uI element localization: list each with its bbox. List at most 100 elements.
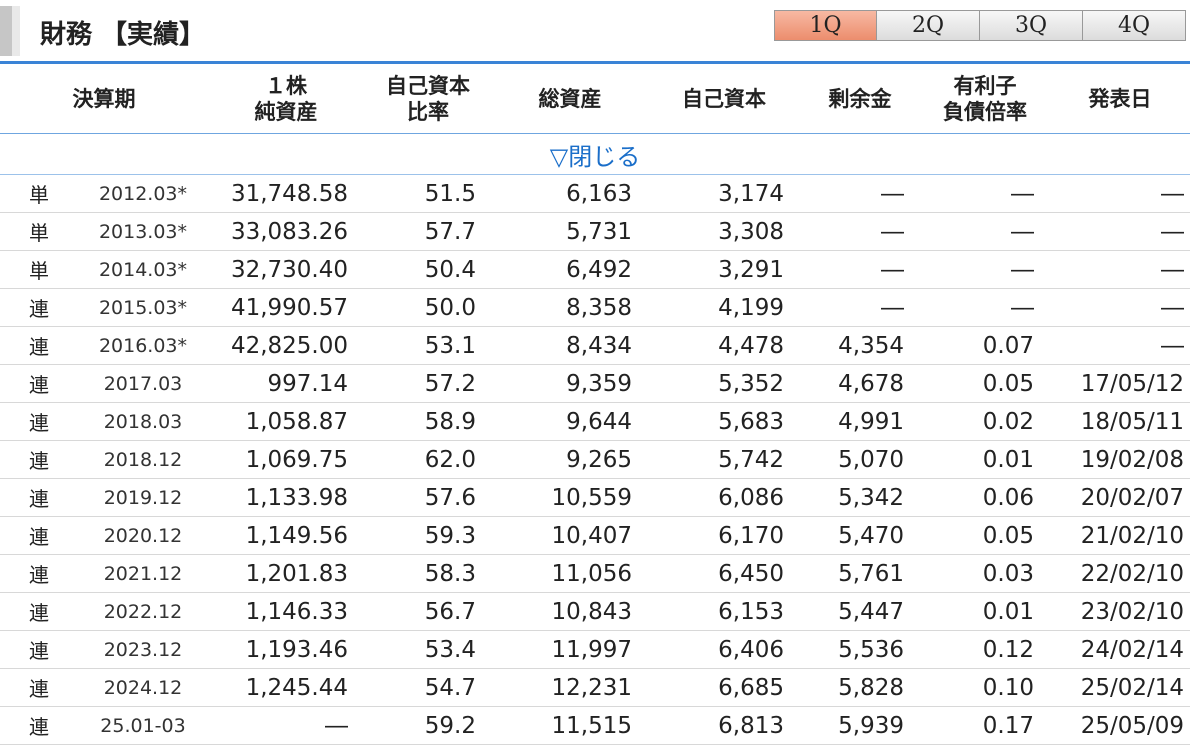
row-equity: 3,174 xyxy=(718,180,784,207)
row-period: 2019.12 xyxy=(103,486,183,509)
row-period: 25.01-03 xyxy=(100,714,186,737)
row-surplus: 5,342 xyxy=(838,484,904,511)
row-total-assets: 11,515 xyxy=(551,712,632,739)
row-de-ratio: 0.05 xyxy=(982,370,1034,397)
row-announce-date: ― xyxy=(1161,332,1184,359)
row-period: 2023.12 xyxy=(103,638,183,661)
row-announce-date: ― xyxy=(1161,294,1184,321)
row-equity: 4,478 xyxy=(718,332,784,359)
row-equity-ratio: 53.4 xyxy=(424,636,476,663)
row-period: 2018.03 xyxy=(103,410,183,433)
toggle-row: ▽閉じる xyxy=(0,133,1190,175)
col-header-bps: １株 純資産 xyxy=(208,64,364,134)
row-equity-ratio: 57.6 xyxy=(424,484,476,511)
row-bps: 1,245.44 xyxy=(245,674,348,701)
row-de-ratio: 0.07 xyxy=(982,332,1034,359)
row-equity-ratio: 56.7 xyxy=(424,598,476,625)
row-announce-date: 19/02/08 xyxy=(1080,446,1184,473)
row-total-assets: 10,407 xyxy=(551,522,632,549)
row-equity-ratio: 54.7 xyxy=(424,674,476,701)
row-de-ratio: 0.03 xyxy=(982,560,1034,587)
row-type: 連 xyxy=(29,639,49,663)
row-equity-ratio: 57.2 xyxy=(424,370,476,397)
tab-3q[interactable]: 3Q xyxy=(980,10,1083,41)
toggle-cell: ▽閉じる xyxy=(0,133,1190,175)
row-surplus: 4,354 xyxy=(838,332,904,359)
row-type: 連 xyxy=(29,525,49,549)
row-equity-ratio: 53.1 xyxy=(424,332,476,359)
row-announce-date: 21/02/10 xyxy=(1080,522,1184,549)
header-accent-bar xyxy=(0,6,12,56)
row-total-assets: 6,163 xyxy=(566,180,632,207)
tab-1q[interactable]: 1Q xyxy=(774,10,877,41)
row-bps: 42,825.00 xyxy=(230,332,348,359)
col-header-de-ratio-line2: 負債倍率 xyxy=(943,99,1027,124)
row-equity-ratio: 59.2 xyxy=(424,712,476,739)
row-equity: 5,742 xyxy=(718,446,784,473)
row-announce-date: 17/05/12 xyxy=(1080,370,1184,397)
row-type: 連 xyxy=(29,677,49,701)
col-header-announce-label: 発表日 xyxy=(1088,86,1152,111)
row-period: 2012.03* xyxy=(98,182,188,205)
row-equity: 6,153 xyxy=(718,598,784,625)
row-bps: 1,133.98 xyxy=(245,484,348,511)
row-announce-date: 22/02/10 xyxy=(1080,560,1184,587)
row-equity-ratio: 58.9 xyxy=(424,408,476,435)
row-announce-date: ― xyxy=(1161,180,1184,207)
row-bps: 1,058.87 xyxy=(245,408,348,435)
row-de-ratio: ― xyxy=(1011,256,1034,283)
table-row: 連 2020.12 1,149.56 59.3 10,407 6,170 5,470 0.05… xyxy=(0,517,1190,555)
row-surplus: ― xyxy=(881,294,904,321)
table-row: 連 2021.12 1,201.83 58.3 11,056 6,450 5,761 0.03… xyxy=(0,555,1190,593)
row-bps: 32,730.40 xyxy=(230,256,348,283)
row-bps: 1,149.56 xyxy=(245,522,348,549)
col-header-total-assets-label: 総資産 xyxy=(538,86,602,111)
col-header-equity-label: 自己資本 xyxy=(682,86,766,111)
row-bps: 41,990.57 xyxy=(230,294,348,321)
section-header: 財務 【実績】 1Q 2Q 3Q 4Q xyxy=(0,0,1200,60)
row-equity-ratio: 51.5 xyxy=(424,180,476,207)
row-equity: 5,352 xyxy=(718,370,784,397)
row-bps: 1,193.46 xyxy=(245,636,348,663)
row-equity: 6,450 xyxy=(718,560,784,587)
row-period: 2018.12 xyxy=(103,448,183,471)
row-de-ratio: ― xyxy=(1011,294,1034,321)
row-de-ratio: 0.01 xyxy=(982,446,1034,473)
table-header-row: 決算期 １株 純資産 自己資本 比率 総資産 自己資本 剰余金 有利子 負債倍率… xyxy=(0,64,1190,134)
row-total-assets: 9,359 xyxy=(566,370,632,397)
row-type: 単 xyxy=(29,183,49,207)
row-type: 連 xyxy=(29,449,49,473)
row-de-ratio: 0.02 xyxy=(982,408,1034,435)
row-period: 2017.03 xyxy=(103,372,183,395)
row-type: 連 xyxy=(29,487,49,511)
row-type: 連 xyxy=(29,297,49,321)
table-row: 連 2019.12 1,133.98 57.6 10,559 6,086 5,342 0.06… xyxy=(0,479,1190,517)
row-surplus: 4,991 xyxy=(838,408,904,435)
financial-results-panel: 財務 【実績】 1Q 2Q 3Q 4Q 決算期 １株 純資産 自己資本 比率 総… xyxy=(0,0,1200,745)
row-period: 2024.12 xyxy=(103,676,183,699)
row-type: 連 xyxy=(29,373,49,397)
col-header-surplus: 剰余金 xyxy=(800,64,920,134)
tab-2q[interactable]: 2Q xyxy=(877,10,980,41)
col-header-de-ratio-line1: 有利子 xyxy=(953,73,1017,98)
quarter-tabs: 1Q 2Q 3Q 4Q xyxy=(774,10,1186,43)
row-announce-date: 18/05/11 xyxy=(1080,408,1184,435)
table-row: 連 2015.03* 41,990.57 50.0 8,358 4,199 ― ― ― xyxy=(0,289,1190,327)
table-row: 単 2014.03* 32,730.40 50.4 6,492 3,291 ― ― ― xyxy=(0,251,1190,289)
row-surplus: 5,828 xyxy=(838,674,904,701)
row-equity: 6,086 xyxy=(718,484,784,511)
tab-4q[interactable]: 4Q xyxy=(1083,10,1186,41)
col-header-equity-ratio-line2: 比率 xyxy=(407,99,449,124)
row-equity-ratio: 62.0 xyxy=(424,446,476,473)
table-body: 単 2012.03* 31,748.58 51.5 6,163 3,174 ― ― ― 単 2013… xyxy=(0,175,1190,745)
row-surplus: 5,070 xyxy=(838,446,904,473)
col-header-period-label: 決算期 xyxy=(72,86,136,111)
row-bps: 1,146.33 xyxy=(245,598,348,625)
col-header-period: 決算期 xyxy=(0,64,208,134)
row-de-ratio: 0.12 xyxy=(982,636,1034,663)
row-type: 連 xyxy=(29,563,49,587)
row-equity: 6,685 xyxy=(718,674,784,701)
row-de-ratio: 0.17 xyxy=(982,712,1034,739)
collapse-toggle-link[interactable]: ▽閉じる xyxy=(550,143,640,171)
row-equity: 4,199 xyxy=(718,294,784,321)
